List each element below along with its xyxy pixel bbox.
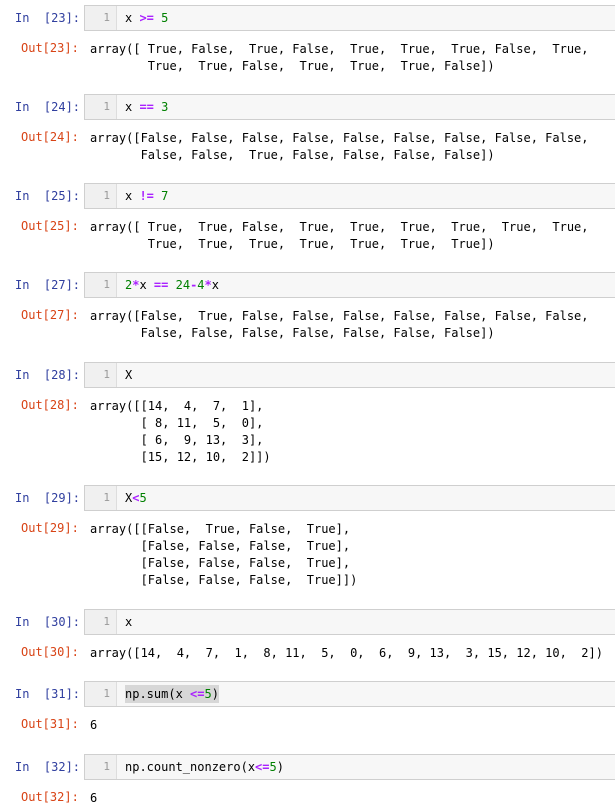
code-text: ) xyxy=(276,760,284,774)
code-text: x xyxy=(125,615,133,629)
code-text: X xyxy=(125,368,133,382)
code-text: ) xyxy=(211,687,219,701)
code-line[interactable]: x >= 5 xyxy=(125,6,168,30)
output-prompt: Out[32]: xyxy=(21,790,79,804)
output-prompt: Out[31]: xyxy=(21,717,79,731)
code-text: x xyxy=(125,11,140,25)
code-input-cell[interactable]: 1 x != 7 xyxy=(84,183,615,209)
code-input-cell[interactable]: 1 X xyxy=(84,362,615,388)
output-prompt: Out[29]: xyxy=(21,521,79,535)
code-line[interactable]: X<5 xyxy=(125,486,147,510)
cell-output: array([[14, 4, 7, 1], [ 8, 11, 5, 0], [ … xyxy=(90,399,271,464)
code-line[interactable]: x != 7 xyxy=(125,184,168,208)
code-line[interactable]: np.count_nonzero(x<=5) xyxy=(125,755,284,779)
code-text: np.sum(x xyxy=(125,687,191,701)
cell-output: array([[False, True, False, True], [Fals… xyxy=(90,522,358,587)
cell-output: array([14, 4, 7, 1, 8, 11, 5, 0, 6, 9, 1… xyxy=(90,646,603,660)
code-operator: == xyxy=(139,100,154,114)
code-input-cell[interactable]: 1 2*x == 24-4*x xyxy=(84,272,615,298)
code-number: 4 xyxy=(197,278,205,292)
input-prompt: In [24]: xyxy=(15,100,81,114)
line-number: 1 xyxy=(85,610,117,634)
cell-output: array([ True, False, True, False, True, … xyxy=(90,42,589,73)
output-prompt: Out[24]: xyxy=(21,130,79,144)
code-number: 5 xyxy=(204,687,212,701)
input-prompt: In [23]: xyxy=(15,11,81,25)
line-number: 1 xyxy=(85,486,117,510)
code-number: 5 xyxy=(269,760,277,774)
code-operator: != xyxy=(139,189,154,203)
input-prompt: In [29]: xyxy=(15,491,81,505)
code-operator: <= xyxy=(255,760,270,774)
input-prompt: In [25]: xyxy=(15,189,81,203)
code-line[interactable]: np.sum(x <=5) xyxy=(125,685,219,703)
code-input-cell[interactable]: 1 x == 3 xyxy=(84,94,615,120)
input-prompt: In [27]: xyxy=(15,278,81,292)
code-number: 5 xyxy=(139,491,147,505)
cell-output: array([False, True, False, False, False,… xyxy=(90,309,589,340)
code-input-cell[interactable]: 1 x xyxy=(84,609,615,635)
code-text: np.count_nonzero(x xyxy=(125,760,256,774)
line-number: 1 xyxy=(85,755,117,779)
input-prompt: In [32]: xyxy=(15,760,81,774)
code-operator: * xyxy=(204,278,212,292)
input-prompt: In [30]: xyxy=(15,615,81,629)
code-number: 7 xyxy=(153,189,169,203)
cell-output: array([ True, True, False, True, True, T… xyxy=(90,220,589,251)
line-number: 1 xyxy=(85,682,117,706)
code-input-cell[interactable]: 1 np.sum(x <=5) xyxy=(84,681,615,707)
code-text: x xyxy=(139,278,154,292)
code-operator: == xyxy=(153,278,169,292)
code-line[interactable]: x == 3 xyxy=(125,95,168,119)
line-number: 1 xyxy=(85,363,117,387)
output-prompt: Out[30]: xyxy=(21,645,79,659)
line-number: 1 xyxy=(85,273,117,297)
code-number: 5 xyxy=(153,11,169,25)
code-number: 3 xyxy=(153,100,169,114)
line-number: 1 xyxy=(85,6,117,30)
code-line[interactable]: X xyxy=(125,363,132,387)
line-number: 1 xyxy=(85,95,117,119)
code-line[interactable]: x xyxy=(125,610,132,634)
cell-output: array([False, False, False, False, False… xyxy=(90,131,589,162)
code-input-cell[interactable]: 1 x >= 5 xyxy=(84,5,615,31)
code-line[interactable]: 2*x == 24-4*x xyxy=(125,273,219,297)
output-prompt: Out[27]: xyxy=(21,308,79,322)
output-prompt: Out[23]: xyxy=(21,41,79,55)
code-text: x xyxy=(211,278,219,292)
code-operator: <= xyxy=(190,687,205,701)
code-input-cell[interactable]: 1 np.count_nonzero(x<=5) xyxy=(84,754,615,780)
code-input-cell[interactable]: 1 X<5 xyxy=(84,485,615,511)
output-prompt: Out[25]: xyxy=(21,219,79,233)
input-prompt: In [28]: xyxy=(15,368,81,382)
input-prompt: In [31]: xyxy=(15,687,81,701)
code-text: x xyxy=(125,100,140,114)
line-number: 1 xyxy=(85,184,117,208)
code-number: 24 xyxy=(168,278,191,292)
output-prompt: Out[28]: xyxy=(21,398,79,412)
cell-output: 6 xyxy=(90,718,98,732)
cell-output: 6 xyxy=(90,791,98,805)
code-operator: >= xyxy=(139,11,154,25)
code-text: x xyxy=(125,189,140,203)
